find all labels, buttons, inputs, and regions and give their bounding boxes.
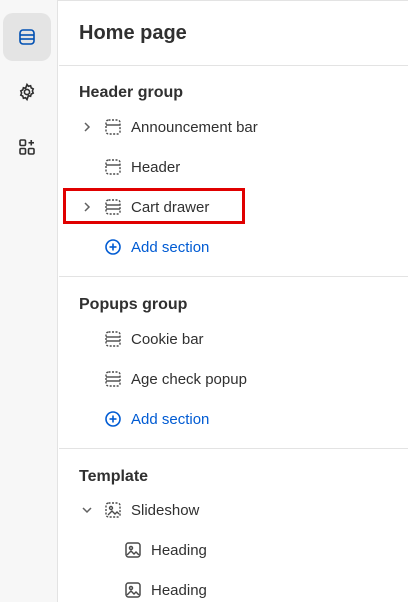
group-title-header: Header group xyxy=(79,84,184,101)
section-item-label: Header xyxy=(131,158,181,176)
add-section-label: Add section xyxy=(131,410,210,428)
section-item-label: Slideshow xyxy=(131,501,200,519)
divider xyxy=(59,65,408,66)
image-block-icon xyxy=(123,540,143,560)
chevron-right-icon[interactable] xyxy=(79,119,95,135)
sections-icon xyxy=(19,29,35,45)
section-icon xyxy=(103,369,123,389)
image-block-icon xyxy=(123,580,143,600)
section-item-label: Cookie bar xyxy=(131,330,204,348)
add-section-button-popups[interactable]: Add section xyxy=(79,402,399,436)
section-icon xyxy=(103,157,123,177)
divider xyxy=(59,276,408,277)
sections-panel: Home page Header group Announcement bar … xyxy=(59,0,408,602)
add-section-label: Add section xyxy=(131,238,210,256)
section-item-label: Announcement bar xyxy=(131,118,258,136)
rail-apps-button[interactable] xyxy=(3,123,51,171)
rail-sections-button[interactable] xyxy=(3,13,51,61)
block-item-heading[interactable]: Heading xyxy=(99,533,408,567)
section-icon xyxy=(103,329,123,349)
chevron-down-icon[interactable] xyxy=(79,502,95,518)
section-icon xyxy=(103,117,123,137)
section-item-age-check-popup[interactable]: Age check popup xyxy=(79,362,399,396)
section-item-header[interactable]: Header xyxy=(79,150,399,184)
page-title: Home page xyxy=(79,22,187,44)
group-title-popups: Popups group xyxy=(79,296,188,313)
block-item-label: Heading xyxy=(151,581,207,599)
plus-circle-icon xyxy=(103,237,123,257)
sidebar-rail xyxy=(0,0,58,602)
slideshow-icon xyxy=(103,500,123,520)
section-item-label: Age check popup xyxy=(131,370,247,388)
block-item-label: Heading xyxy=(151,541,207,559)
add-section-button-header[interactable]: Add section xyxy=(79,230,399,264)
group-title-template: Template xyxy=(79,468,149,485)
section-item-announcement-bar[interactable]: Announcement bar xyxy=(79,110,399,144)
section-item-slideshow[interactable]: Slideshow xyxy=(79,493,399,527)
rail-settings-button[interactable] xyxy=(3,68,51,116)
highlight-box xyxy=(63,188,245,224)
apps-icon xyxy=(19,139,35,155)
section-item-cookie-bar[interactable]: Cookie bar xyxy=(79,322,399,356)
divider xyxy=(59,448,408,449)
gear-icon xyxy=(19,82,35,102)
plus-circle-icon xyxy=(103,409,123,429)
